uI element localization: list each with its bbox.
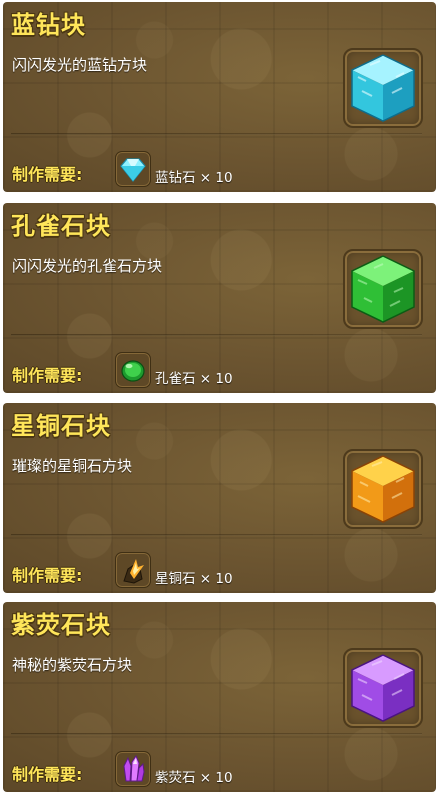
star-copper-block-icon <box>343 449 423 529</box>
card-divider <box>11 334 422 336</box>
recipe-card-blue-diamond-block[interactable]: 蓝钻块 闪闪发光的蓝钻方块 制作需要: 蓝钻石 × 10 <box>3 2 436 192</box>
requirement-label: 制作需要: <box>12 165 83 184</box>
requirement-label: 制作需要: <box>12 366 83 385</box>
recipe-description: 闪闪发光的孔雀石方块 <box>12 257 163 275</box>
card-divider <box>11 733 422 735</box>
recipe-description: 闪闪发光的蓝钻方块 <box>12 56 148 74</box>
malachite-block-icon <box>343 249 423 329</box>
material-requirement: 孔雀石 × 10 <box>155 371 233 387</box>
recipe-title: 蓝钻块 <box>11 11 86 39</box>
material-requirement: 紫荧石 × 10 <box>155 770 233 786</box>
material-requirement: 蓝钻石 × 10 <box>155 170 233 186</box>
malachite-orb-icon <box>115 352 151 388</box>
card-divider <box>11 133 422 135</box>
card-divider <box>11 534 422 536</box>
recipe-title: 紫荧石块 <box>11 611 111 639</box>
recipe-description: 神秘的紫荧石方块 <box>12 656 133 674</box>
blue-diamond-block-icon <box>343 48 423 128</box>
purple-fluorite-crystal-icon <box>115 751 151 787</box>
recipe-card-star-copper-block[interactable]: 星铜石块 璀璨的星铜石方块 制作需要: 星铜石 × 10 <box>3 403 436 593</box>
recipe-card-purple-fluorite-block[interactable]: 紫荧石块 神秘的紫荧石方块 制作需要: 紫荧石 × 10 <box>3 602 436 792</box>
star-copper-ore-icon <box>115 552 151 588</box>
purple-fluorite-block-icon <box>343 648 423 728</box>
recipe-title: 星铜石块 <box>11 412 111 440</box>
material-requirement: 星铜石 × 10 <box>155 571 233 587</box>
blue-diamond-gem-icon <box>115 151 151 187</box>
recipe-title: 孔雀石块 <box>11 212 111 240</box>
requirement-label: 制作需要: <box>12 765 83 784</box>
requirement-label: 制作需要: <box>12 566 83 585</box>
recipe-description: 璀璨的星铜石方块 <box>12 457 133 475</box>
recipe-card-malachite-block[interactable]: 孔雀石块 闪闪发光的孔雀石方块 制作需要: 孔雀石 × 10 <box>3 203 436 393</box>
